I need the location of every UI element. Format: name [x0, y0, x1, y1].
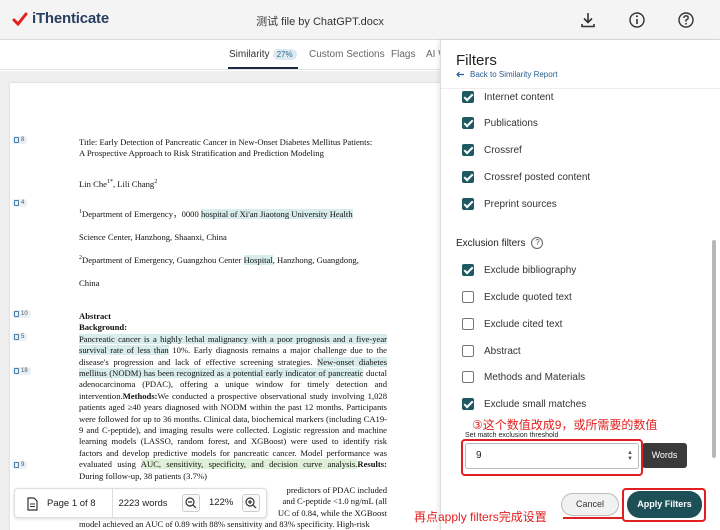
- word-count: 2223 words: [118, 498, 168, 509]
- filters-title: Filters: [456, 52, 497, 69]
- annotation-apply-box: [622, 488, 706, 522]
- checkbox-unchecked[interactable]: [462, 318, 474, 330]
- annotation-apply-note: 再点apply filters完成设置: [414, 510, 547, 524]
- tab-flags[interactable]: Flags: [391, 49, 415, 60]
- top-bar: iThenticate 测试 file by ChatGPT.docx: [0, 0, 720, 40]
- doc-abstract-tail: predictors of PDAC included and C-peptid…: [277, 485, 387, 518]
- doc-affiliation-2: 2Department of Emergency, Guangzhou Cent…: [79, 254, 359, 288]
- zoom-in-button[interactable]: [242, 494, 260, 512]
- annotation-threshold-note: ③这个数值改成9，或所需要的数值: [472, 418, 658, 432]
- checkbox-checked[interactable]: [462, 264, 474, 276]
- match-marker[interactable]: 10: [12, 310, 31, 318]
- threshold-label: Set match exclusion threshold: [465, 432, 559, 439]
- document-title: 测试 file by ChatGPT.docx: [256, 16, 384, 28]
- tab-similarity[interactable]: Similarity 27%: [229, 49, 297, 60]
- back-to-report-link[interactable]: Back to Similarity Report: [456, 70, 558, 79]
- checkbox-checked[interactable]: [462, 144, 474, 156]
- doc-affiliation-1: 1Department of Emergency，0000 hospital o…: [79, 208, 353, 242]
- checkbox-checked[interactable]: [462, 117, 474, 129]
- tab-custom-sections[interactable]: Custom Sections: [309, 49, 385, 60]
- document-icon: [14, 334, 19, 340]
- match-marker[interactable]: 5: [12, 333, 28, 341]
- zoom-controls: 122%: [172, 488, 268, 518]
- doc-abstract: Abstract Background: Pancreatic cancer i…: [79, 311, 387, 481]
- zoom-in-icon: [245, 497, 257, 509]
- annotation-arrow-line: [563, 517, 623, 519]
- checkbox-unchecked[interactable]: [462, 291, 474, 303]
- similarity-badge: 27%: [272, 49, 297, 60]
- zoom-out-button[interactable]: [182, 494, 200, 512]
- zoom-out-icon: [185, 497, 197, 509]
- checkbox-checked[interactable]: [462, 171, 474, 183]
- match-marker[interactable]: 9: [12, 461, 28, 469]
- report-tabs: Similarity 27% Custom Sections Flags AI W: [0, 40, 448, 70]
- checkbox-exclude-quoted[interactable]: Exclude quoted text: [462, 290, 572, 304]
- checkbox-methods-materials[interactable]: Methods and Materials: [462, 370, 585, 384]
- help-icon[interactable]: [677, 11, 695, 29]
- checkbox-unchecked[interactable]: [462, 345, 474, 357]
- checkbox-checked[interactable]: [462, 91, 474, 103]
- checkbox-crossref-posted[interactable]: Crossref posted content: [462, 170, 590, 184]
- checkbox-abstract[interactable]: Abstract: [462, 344, 521, 358]
- checkbox-checked[interactable]: [462, 198, 474, 210]
- info-icon[interactable]: [628, 11, 646, 29]
- cancel-button[interactable]: Cancel: [561, 493, 619, 516]
- annotation-threshold-box: [461, 439, 643, 476]
- exclusion-filters-heading: Exclusion filters ?: [456, 237, 544, 249]
- checkbox-internet-content[interactable]: Internet content: [462, 90, 554, 104]
- checkbox-preprint-sources[interactable]: Preprint sources: [462, 197, 557, 211]
- page-indicator[interactable]: Page 1 of 8: [47, 498, 96, 509]
- checkbox-crossref[interactable]: Crossref: [462, 143, 522, 157]
- panel-scrollbar[interactable]: [712, 240, 716, 458]
- document-icon: [14, 137, 19, 143]
- checkbox-unchecked[interactable]: [462, 371, 474, 383]
- doc-abstract-last-line: model achieved an AUC of 0.89 with 88% s…: [79, 519, 370, 529]
- match-marker[interactable]: 4: [12, 199, 28, 207]
- document-icon: [14, 368, 19, 374]
- checkbox-checked[interactable]: [462, 398, 474, 410]
- match-marker[interactable]: 8: [12, 136, 28, 144]
- zoom-level: 122%: [209, 497, 234, 508]
- doc-title-paragraph: Title: Early Detection of Pancreatic Can…: [79, 137, 373, 159]
- active-tab-indicator: [228, 67, 298, 69]
- help-circle-icon[interactable]: ?: [531, 237, 544, 249]
- doc-authors: Lin Che1*, Lili Chang2: [79, 178, 158, 189]
- document-viewer[interactable]: 8 4 10 5 18 9 Title: Early Detection of …: [0, 71, 440, 530]
- checkbox-publications[interactable]: Publications: [462, 116, 538, 130]
- checkbox-exclude-cited[interactable]: Exclude cited text: [462, 317, 562, 331]
- document-icon: [14, 311, 19, 317]
- document-icon: [14, 200, 19, 206]
- page-icon: [27, 497, 38, 511]
- checkbox-exclude-bibliography[interactable]: Exclude bibliography: [462, 263, 576, 277]
- document-icon: [14, 462, 19, 468]
- unit-words-button[interactable]: Words: [642, 443, 687, 468]
- download-icon[interactable]: [579, 11, 597, 29]
- match-marker[interactable]: 18: [12, 367, 31, 375]
- checkbox-exclude-small-matches[interactable]: Exclude small matches: [462, 397, 586, 411]
- arrow-left-icon: [456, 71, 464, 78]
